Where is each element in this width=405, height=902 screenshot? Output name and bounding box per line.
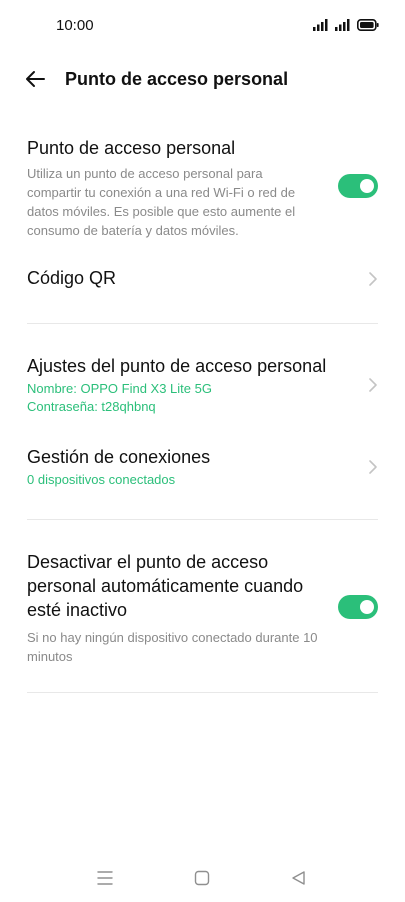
connected-devices-count: 0 dispositivos conectados [27,472,176,487]
toggle-knob [360,600,374,614]
arrow-left-icon[interactable] [24,68,46,90]
auto-off-toggle[interactable] [338,595,378,619]
page-title: Punto de acceso personal [65,69,289,89]
hotspot-settings-title: Ajustes del punto de acceso personal [27,356,327,376]
divider [27,323,378,324]
auto-off-title: Desactivar el punto de acceso personal a… [27,552,304,620]
hotspot-password: Contraseña: t28qhbnq [27,399,156,414]
status-icons [313,19,379,31]
divider [27,519,378,520]
hotspot-title: Punto de acceso personal [27,138,236,158]
hotspot-toggle-row[interactable]: Punto de acceso personal Utiliza un punt… [27,136,378,240]
menu-icon[interactable] [96,870,114,886]
divider [27,692,378,693]
back-triangle-icon[interactable] [290,870,308,886]
connection-management-title: Gestión de conexiones [27,447,211,467]
chevron-right-icon [369,460,377,474]
qr-code-title: Código QR [27,268,117,288]
header: Punto de acceso personal [0,60,405,100]
chevron-right-icon [369,378,377,392]
hotspot-description: Utiliza un punto de acceso personal para… [27,166,296,238]
qr-code-row[interactable]: Código QR [27,266,378,294]
connection-management-row[interactable]: Gestión de conexiones 0 dispositivos con… [27,445,378,491]
home-square-icon[interactable] [193,870,211,886]
hotspot-toggle[interactable] [338,174,378,198]
hotspot-settings-row[interactable]: Ajustes del punto de acceso personal Nom… [27,354,378,420]
status-time: 10:00 [56,17,94,34]
auto-off-description: Si no hay ningún dispositivo conectado d… [27,630,318,664]
status-bar: 10:00 [0,0,405,52]
chevron-right-icon [369,272,377,286]
hotspot-name: Nombre: OPPO Find X3 Lite 5G [27,381,212,396]
battery-icon [357,19,379,31]
signal-icon [313,19,328,31]
auto-off-toggle-row[interactable]: Desactivar el punto de acceso personal a… [27,550,378,670]
toggle-knob [360,179,374,193]
signal-icon [335,19,350,31]
navigation-bar [0,852,405,902]
